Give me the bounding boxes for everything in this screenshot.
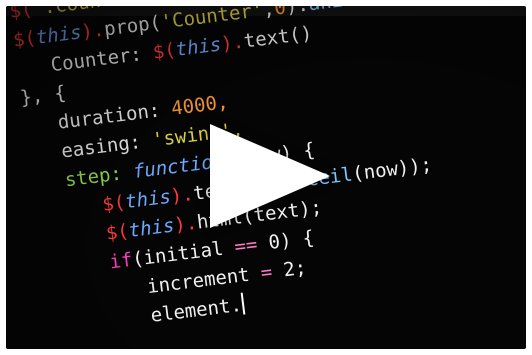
code-token: this [127,214,176,242]
code-token: == [233,233,259,259]
code-token: ). [219,30,246,56]
code-token: $( [151,39,178,64]
code-token: prop( [102,11,163,41]
code-token: 2; [270,256,308,283]
code-token: this [174,33,223,61]
code-token: this [34,21,83,49]
code-token: ). [284,6,309,18]
code-token: ). [80,18,106,44]
video-player[interactable]: $('.count').each(function () {$(this).pr… [6,6,526,349]
code-token: 0) { [255,226,316,256]
play-icon[interactable] [210,124,330,228]
code-token: $(' [8,6,46,23]
code-token: (now)); [351,153,434,186]
code-token: this [123,185,173,214]
code-token: 4000, [170,91,230,120]
code-token: ). [169,182,195,208]
code-token: '). [111,6,148,10]
code-token: }, { [18,81,68,110]
code-token: ). [172,211,199,237]
code-token: $( [11,26,38,52]
code-token: text() [242,22,314,53]
